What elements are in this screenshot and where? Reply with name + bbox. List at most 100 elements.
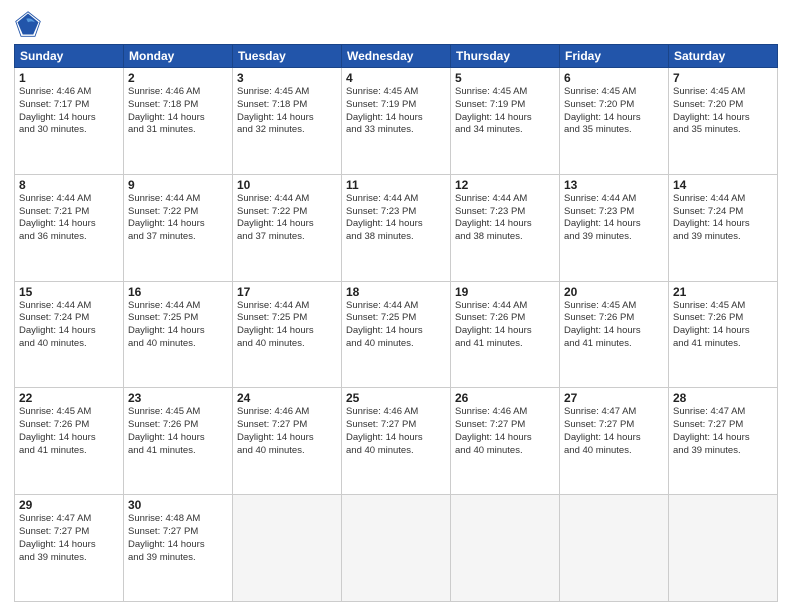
day-number: 9 [128, 178, 228, 192]
calendar-cell [342, 495, 451, 602]
day-info: Sunrise: 4:45 AM Sunset: 7:18 PM Dayligh… [237, 86, 337, 137]
calendar-cell [560, 495, 669, 602]
calendar-cell: 29Sunrise: 4:47 AM Sunset: 7:27 PM Dayli… [15, 495, 124, 602]
calendar-cell: 6Sunrise: 4:45 AM Sunset: 7:20 PM Daylig… [560, 68, 669, 175]
calendar-cell: 3Sunrise: 4:45 AM Sunset: 7:18 PM Daylig… [233, 68, 342, 175]
logo [14, 10, 46, 38]
day-info: Sunrise: 4:44 AM Sunset: 7:26 PM Dayligh… [455, 300, 555, 351]
calendar-cell: 16Sunrise: 4:44 AM Sunset: 7:25 PM Dayli… [124, 281, 233, 388]
col-friday: Friday [560, 45, 669, 68]
calendar-cell: 5Sunrise: 4:45 AM Sunset: 7:19 PM Daylig… [451, 68, 560, 175]
calendar-cell: 4Sunrise: 4:45 AM Sunset: 7:19 PM Daylig… [342, 68, 451, 175]
day-number: 30 [128, 498, 228, 512]
day-number: 1 [19, 71, 119, 85]
calendar-cell: 18Sunrise: 4:44 AM Sunset: 7:25 PM Dayli… [342, 281, 451, 388]
calendar-cell: 12Sunrise: 4:44 AM Sunset: 7:23 PM Dayli… [451, 174, 560, 281]
day-info: Sunrise: 4:44 AM Sunset: 7:23 PM Dayligh… [455, 193, 555, 244]
calendar-cell: 27Sunrise: 4:47 AM Sunset: 7:27 PM Dayli… [560, 388, 669, 495]
day-number: 19 [455, 285, 555, 299]
day-info: Sunrise: 4:46 AM Sunset: 7:18 PM Dayligh… [128, 86, 228, 137]
calendar-cell: 17Sunrise: 4:44 AM Sunset: 7:25 PM Dayli… [233, 281, 342, 388]
calendar-cell: 25Sunrise: 4:46 AM Sunset: 7:27 PM Dayli… [342, 388, 451, 495]
day-number: 28 [673, 391, 773, 405]
calendar-cell: 1Sunrise: 4:46 AM Sunset: 7:17 PM Daylig… [15, 68, 124, 175]
day-number: 7 [673, 71, 773, 85]
col-wednesday: Wednesday [342, 45, 451, 68]
day-info: Sunrise: 4:45 AM Sunset: 7:26 PM Dayligh… [564, 300, 664, 351]
day-number: 14 [673, 178, 773, 192]
day-number: 24 [237, 391, 337, 405]
calendar-cell: 2Sunrise: 4:46 AM Sunset: 7:18 PM Daylig… [124, 68, 233, 175]
calendar-week-2: 8Sunrise: 4:44 AM Sunset: 7:21 PM Daylig… [15, 174, 778, 281]
day-number: 22 [19, 391, 119, 405]
day-info: Sunrise: 4:46 AM Sunset: 7:27 PM Dayligh… [237, 406, 337, 457]
day-number: 29 [19, 498, 119, 512]
day-info: Sunrise: 4:45 AM Sunset: 7:19 PM Dayligh… [346, 86, 446, 137]
day-number: 4 [346, 71, 446, 85]
calendar-cell: 15Sunrise: 4:44 AM Sunset: 7:24 PM Dayli… [15, 281, 124, 388]
calendar-cell: 7Sunrise: 4:45 AM Sunset: 7:20 PM Daylig… [669, 68, 778, 175]
col-monday: Monday [124, 45, 233, 68]
header-row: Sunday Monday Tuesday Wednesday Thursday… [15, 45, 778, 68]
header [14, 10, 778, 38]
day-info: Sunrise: 4:44 AM Sunset: 7:24 PM Dayligh… [19, 300, 119, 351]
day-number: 5 [455, 71, 555, 85]
day-number: 13 [564, 178, 664, 192]
day-info: Sunrise: 4:44 AM Sunset: 7:22 PM Dayligh… [128, 193, 228, 244]
calendar-cell: 30Sunrise: 4:48 AM Sunset: 7:27 PM Dayli… [124, 495, 233, 602]
day-number: 23 [128, 391, 228, 405]
calendar-cell: 28Sunrise: 4:47 AM Sunset: 7:27 PM Dayli… [669, 388, 778, 495]
col-sunday: Sunday [15, 45, 124, 68]
day-info: Sunrise: 4:47 AM Sunset: 7:27 PM Dayligh… [673, 406, 773, 457]
day-info: Sunrise: 4:45 AM Sunset: 7:19 PM Dayligh… [455, 86, 555, 137]
day-info: Sunrise: 4:46 AM Sunset: 7:27 PM Dayligh… [346, 406, 446, 457]
calendar-cell [451, 495, 560, 602]
col-saturday: Saturday [669, 45, 778, 68]
day-info: Sunrise: 4:44 AM Sunset: 7:22 PM Dayligh… [237, 193, 337, 244]
calendar-cell: 21Sunrise: 4:45 AM Sunset: 7:26 PM Dayli… [669, 281, 778, 388]
day-number: 2 [128, 71, 228, 85]
calendar-cell: 24Sunrise: 4:46 AM Sunset: 7:27 PM Dayli… [233, 388, 342, 495]
day-info: Sunrise: 4:47 AM Sunset: 7:27 PM Dayligh… [564, 406, 664, 457]
day-info: Sunrise: 4:44 AM Sunset: 7:25 PM Dayligh… [237, 300, 337, 351]
day-info: Sunrise: 4:45 AM Sunset: 7:20 PM Dayligh… [673, 86, 773, 137]
day-info: Sunrise: 4:44 AM Sunset: 7:23 PM Dayligh… [564, 193, 664, 244]
day-info: Sunrise: 4:48 AM Sunset: 7:27 PM Dayligh… [128, 513, 228, 564]
page: Sunday Monday Tuesday Wednesday Thursday… [0, 0, 792, 612]
calendar-cell: 8Sunrise: 4:44 AM Sunset: 7:21 PM Daylig… [15, 174, 124, 281]
day-number: 11 [346, 178, 446, 192]
calendar-cell [669, 495, 778, 602]
calendar-week-4: 22Sunrise: 4:45 AM Sunset: 7:26 PM Dayli… [15, 388, 778, 495]
day-number: 12 [455, 178, 555, 192]
day-info: Sunrise: 4:47 AM Sunset: 7:27 PM Dayligh… [19, 513, 119, 564]
day-number: 21 [673, 285, 773, 299]
calendar-cell: 19Sunrise: 4:44 AM Sunset: 7:26 PM Dayli… [451, 281, 560, 388]
day-number: 27 [564, 391, 664, 405]
logo-icon [14, 10, 42, 38]
day-number: 20 [564, 285, 664, 299]
calendar-week-5: 29Sunrise: 4:47 AM Sunset: 7:27 PM Dayli… [15, 495, 778, 602]
calendar-cell: 11Sunrise: 4:44 AM Sunset: 7:23 PM Dayli… [342, 174, 451, 281]
calendar-cell: 22Sunrise: 4:45 AM Sunset: 7:26 PM Dayli… [15, 388, 124, 495]
day-info: Sunrise: 4:45 AM Sunset: 7:26 PM Dayligh… [19, 406, 119, 457]
day-info: Sunrise: 4:44 AM Sunset: 7:24 PM Dayligh… [673, 193, 773, 244]
day-info: Sunrise: 4:45 AM Sunset: 7:20 PM Dayligh… [564, 86, 664, 137]
calendar-cell: 20Sunrise: 4:45 AM Sunset: 7:26 PM Dayli… [560, 281, 669, 388]
day-number: 18 [346, 285, 446, 299]
day-number: 16 [128, 285, 228, 299]
day-number: 15 [19, 285, 119, 299]
day-number: 6 [564, 71, 664, 85]
calendar-cell: 23Sunrise: 4:45 AM Sunset: 7:26 PM Dayli… [124, 388, 233, 495]
col-tuesday: Tuesday [233, 45, 342, 68]
day-info: Sunrise: 4:44 AM Sunset: 7:23 PM Dayligh… [346, 193, 446, 244]
day-info: Sunrise: 4:44 AM Sunset: 7:21 PM Dayligh… [19, 193, 119, 244]
calendar-table: Sunday Monday Tuesday Wednesday Thursday… [14, 44, 778, 602]
calendar-cell: 13Sunrise: 4:44 AM Sunset: 7:23 PM Dayli… [560, 174, 669, 281]
calendar-cell: 26Sunrise: 4:46 AM Sunset: 7:27 PM Dayli… [451, 388, 560, 495]
calendar-cell: 9Sunrise: 4:44 AM Sunset: 7:22 PM Daylig… [124, 174, 233, 281]
day-info: Sunrise: 4:45 AM Sunset: 7:26 PM Dayligh… [673, 300, 773, 351]
day-number: 8 [19, 178, 119, 192]
day-info: Sunrise: 4:46 AM Sunset: 7:27 PM Dayligh… [455, 406, 555, 457]
day-number: 17 [237, 285, 337, 299]
day-number: 3 [237, 71, 337, 85]
